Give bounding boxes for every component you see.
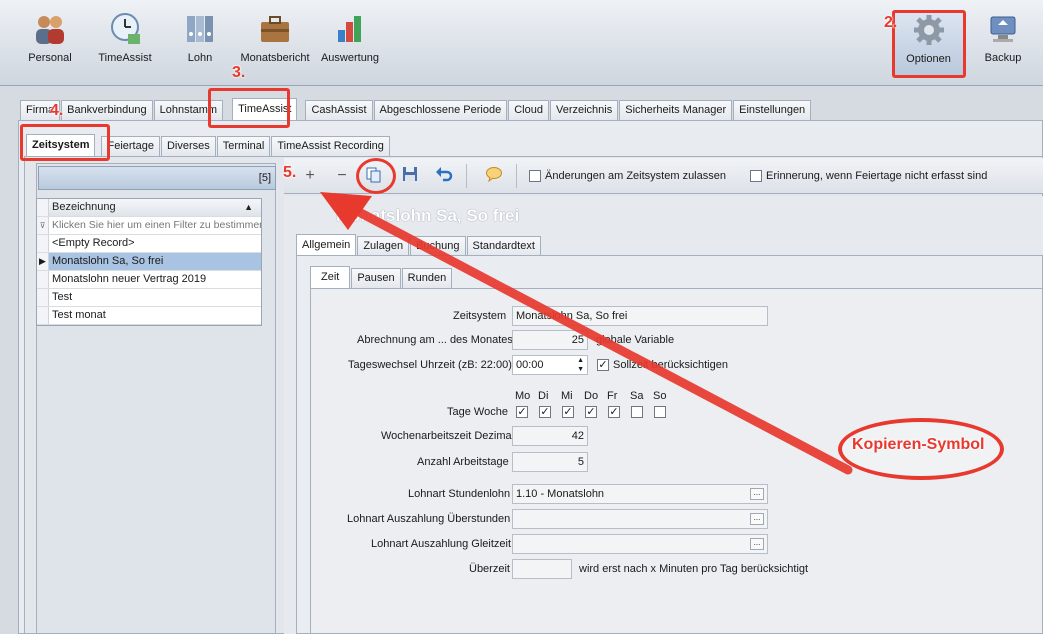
list-item-label: Monatslohn neuer Vertrag 2019 xyxy=(52,273,207,285)
tab-cloud[interactable]: Cloud xyxy=(508,100,549,120)
row-pointer-icon: ▶ xyxy=(37,253,49,270)
ueberzeit-note: wird erst nach x Minuten pro Tag berücks… xyxy=(579,563,809,575)
list-item[interactable]: <Empty Record> xyxy=(37,235,261,253)
tab-terminal[interactable]: Terminal xyxy=(216,136,271,156)
binders-icon xyxy=(187,16,213,42)
stundenlohn-field[interactable]: 1.10 - Monatslohn ... xyxy=(512,484,768,504)
callout-kopieren-label: Kopieren-Symbol xyxy=(852,436,985,453)
ribbon-label: Monatsbericht xyxy=(240,52,310,64)
ueberzeit-label: Überzeit xyxy=(469,563,510,575)
stundenlohn-label: Lohnart Stundenlohn xyxy=(408,488,511,500)
callout-arrow xyxy=(320,192,853,475)
list-item-label: Monatslohn Sa, So frei xyxy=(52,255,164,267)
ribbon-personal-button[interactable]: Personal xyxy=(13,10,87,74)
ribbon-label: Lohn xyxy=(187,52,213,64)
tab-cashassist[interactable]: CashAssist xyxy=(305,100,373,120)
callout-number-2: 2. xyxy=(884,14,898,31)
list-item-label: Test monat xyxy=(52,309,106,321)
list-header-bar: [5] xyxy=(38,166,276,190)
callout-zeitsystem-highlight xyxy=(20,124,110,161)
zeitsystem-list: Bezeichnung ▲ ⊽ Klicken Sie hier um einen … xyxy=(36,198,262,326)
people-icon xyxy=(36,16,64,44)
list-count: [5] xyxy=(258,172,271,184)
chart-blocks-icon xyxy=(338,16,361,42)
stundenlohn-value: 1.10 - Monatslohn xyxy=(516,488,605,500)
ribbon-label: Auswertung xyxy=(320,52,380,64)
ribbon-timeassist-button[interactable]: TimeAssist xyxy=(88,10,162,74)
filter-placeholder: Klicken Sie hier um einen Filter zu best… xyxy=(52,219,261,231)
ueberzeit-field[interactable] xyxy=(512,559,572,579)
tab-timeassist-recording[interactable]: TimeAssist Recording xyxy=(271,136,390,156)
list-item-label: Test xyxy=(52,291,73,303)
column-header-bezeichnung[interactable]: Bezeichnung ▲ xyxy=(37,199,261,217)
tab-feiertage[interactable]: Feiertage xyxy=(101,136,160,156)
ueberstunden-label: Lohnart Auszahlung Überstunden xyxy=(347,513,511,525)
callout-number-4: 4. xyxy=(50,102,64,119)
tab-diverses[interactable]: Diverses xyxy=(160,136,216,156)
list-item[interactable]: Test monat xyxy=(37,307,261,325)
gleitzeit-label: Lohnart Auszahlung Gleitzeit xyxy=(371,538,512,550)
ellipsis-button[interactable]: ... xyxy=(750,488,764,500)
ueberstunden-field[interactable]: ... xyxy=(512,509,768,529)
tab-bankverbindung[interactable]: Bankverbindung xyxy=(61,100,153,120)
callout-timeassist-highlight xyxy=(208,88,290,128)
clock-icon xyxy=(111,13,140,44)
column-label: Bezeichnung xyxy=(52,201,116,213)
list-item-selected[interactable]: ▶ Monatslohn Sa, So frei xyxy=(37,253,261,271)
backup-computer-icon xyxy=(990,16,1016,42)
callout-number-5: 5. xyxy=(283,164,297,181)
ellipsis-button[interactable]: ... xyxy=(750,513,764,525)
ribbon: Personal TimeAssist Lohn Monatsbericht A… xyxy=(0,0,1043,86)
ellipsis-button[interactable]: ... xyxy=(750,538,764,550)
callout-optionen-highlight xyxy=(892,10,966,78)
main-tabbar: Firma Bankverbindung Lohnstamm TimeAssis… xyxy=(20,98,812,120)
ribbon-label: Personal xyxy=(28,52,72,64)
list-item-label: <Empty Record> xyxy=(52,237,135,249)
ribbon-auswertung-button[interactable]: Auswertung xyxy=(313,10,387,74)
callout-number-3: 3. xyxy=(232,64,246,81)
ribbon-monatsbericht-button[interactable]: Monatsbericht xyxy=(238,10,312,74)
filter-row[interactable]: ⊽ Klicken Sie hier um einen Filter zu bes… xyxy=(37,217,261,235)
briefcase-icon xyxy=(261,16,289,42)
tab-verzeichnis[interactable]: Verzeichnis xyxy=(549,100,619,120)
ribbon-label: TimeAssist xyxy=(98,52,152,64)
sort-ascending-icon: ▲ xyxy=(244,202,253,212)
tab-abgeschlossene-periode[interactable]: Abgeschlossene Periode xyxy=(373,100,508,120)
ribbon-lohn-button[interactable]: Lohn xyxy=(163,10,237,74)
list-item[interactable]: Test xyxy=(37,289,261,307)
tab-einstellungen[interactable]: Einstellungen xyxy=(733,100,812,120)
gleitzeit-field[interactable]: ... xyxy=(512,534,768,554)
tab-sicherheits-manager[interactable]: Sicherheits Manager xyxy=(619,100,733,120)
ribbon-label: Backup xyxy=(984,52,1022,64)
filter-icon: ⊽ xyxy=(37,217,49,234)
list-item[interactable]: Monatslohn neuer Vertrag 2019 xyxy=(37,271,261,289)
ribbon-backup-button[interactable]: Backup xyxy=(966,10,1040,74)
